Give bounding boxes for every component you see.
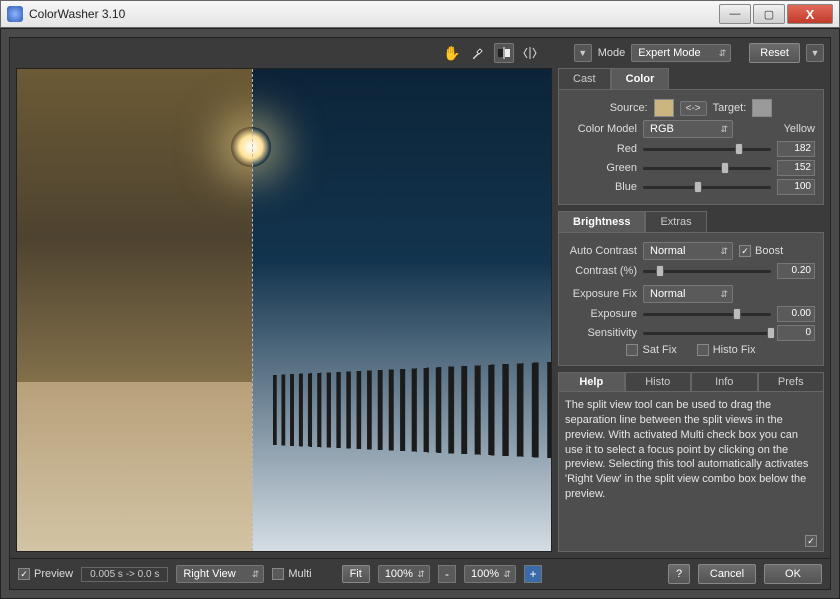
bottom-bar: ✓Preview 0.005 s -> 0.0 s Right View Mul…	[10, 558, 830, 589]
tab-color[interactable]: Color	[611, 68, 670, 89]
view-select[interactable]: Right View	[176, 565, 264, 583]
cancel-button[interactable]: Cancel	[698, 564, 756, 584]
minimize-button[interactable]: —	[719, 4, 751, 24]
exposure-slider[interactable]	[643, 307, 771, 321]
exposure-fix-select[interactable]: Normal	[643, 285, 733, 303]
tab-help[interactable]: Help	[558, 372, 625, 392]
hand-tool-icon[interactable]: ✋	[442, 43, 462, 63]
exposure-fix-label: Exposure Fix	[567, 288, 637, 300]
zoom-left[interactable]: 100%	[378, 565, 430, 583]
reset-dropdown[interactable]: ▼	[806, 44, 824, 62]
contrast-slider[interactable]	[643, 264, 771, 278]
mode-presets-dropdown[interactable]: ▼	[574, 44, 592, 62]
satfix-checkbox[interactable]: Sat Fix	[626, 344, 676, 356]
preview-area[interactable]	[16, 68, 552, 552]
auto-contrast-select[interactable]: Normal	[643, 242, 733, 260]
eyedropper-tool-icon[interactable]	[468, 43, 488, 63]
exposure-label: Exposure	[567, 308, 637, 320]
channel-red-value[interactable]: 182	[777, 141, 815, 157]
zoom-plus[interactable]: +	[524, 565, 542, 583]
boost-checkbox[interactable]: ✓Boost	[739, 245, 783, 257]
channel-green-slider[interactable]	[643, 161, 771, 175]
contrast-label: Contrast (%)	[567, 265, 637, 277]
window-title: ColorWasher 3.10	[29, 7, 717, 21]
reset-button[interactable]: Reset	[749, 43, 800, 63]
timing-display: 0.005 s -> 0.0 s	[81, 567, 168, 582]
zoom-minus[interactable]: -	[438, 565, 456, 583]
help-pin-checkbox[interactable]: ✓	[805, 535, 817, 547]
channel-green-label: Green	[567, 162, 637, 174]
channel-red-label: Red	[567, 143, 637, 155]
auto-contrast-label: Auto Contrast	[567, 245, 637, 257]
color-model-label: Color Model	[567, 123, 637, 135]
color-panel: Source: <-> Target: Color Model RGB Yell…	[558, 89, 824, 205]
channel-blue-slider[interactable]	[643, 180, 771, 194]
sensitivity-value[interactable]: 0	[777, 325, 815, 341]
channel-green-value[interactable]: 152	[777, 160, 815, 176]
tab-info[interactable]: Info	[691, 372, 758, 392]
split-divider[interactable]	[252, 69, 253, 551]
preview-checkbox[interactable]: ✓Preview	[18, 568, 73, 580]
target-swatch[interactable]	[752, 99, 772, 117]
compare-tool-icon[interactable]	[520, 43, 540, 63]
contrast-value[interactable]: 0.20	[777, 263, 815, 279]
tab-extras[interactable]: Extras	[645, 211, 706, 232]
help-text: The split view tool can be used to drag …	[558, 392, 824, 552]
titlebar: ColorWasher 3.10 — ▢ X	[0, 0, 840, 28]
maximize-button[interactable]: ▢	[753, 4, 785, 24]
app-icon	[7, 6, 23, 22]
channel-blue-label: Blue	[567, 181, 637, 193]
multi-checkbox[interactable]: Multi	[272, 568, 311, 580]
source-swatch[interactable]	[654, 99, 674, 117]
tab-prefs[interactable]: Prefs	[758, 372, 825, 392]
ok-button[interactable]: OK	[764, 564, 822, 584]
close-button[interactable]: X	[787, 4, 833, 24]
mode-select[interactable]: Expert Mode	[631, 44, 731, 62]
fit-button[interactable]: Fit	[342, 565, 370, 583]
channel-red-slider[interactable]	[643, 142, 771, 156]
source-label: Source:	[610, 102, 648, 114]
brightness-panel: Auto Contrast Normal ✓Boost Contrast (%)…	[558, 232, 824, 366]
help-button[interactable]: ?	[668, 564, 690, 584]
color-model-select[interactable]: RGB	[643, 120, 733, 138]
color-model-note: Yellow	[784, 123, 815, 135]
tab-histo[interactable]: Histo	[625, 372, 692, 392]
tab-cast[interactable]: Cast	[558, 68, 611, 89]
split-tool-icon[interactable]	[494, 43, 514, 63]
zoom-right[interactable]: 100%	[464, 565, 516, 583]
tab-brightness[interactable]: Brightness	[558, 211, 645, 232]
channel-blue-value[interactable]: 100	[777, 179, 815, 195]
target-label: Target:	[713, 102, 747, 114]
histofix-checkbox[interactable]: Histo Fix	[697, 344, 756, 356]
exposure-value[interactable]: 0.00	[777, 306, 815, 322]
sensitivity-label: Sensitivity	[567, 327, 637, 339]
mode-label: Mode	[598, 47, 626, 59]
swap-button[interactable]: <->	[680, 101, 707, 116]
top-toolbar: ✋ ▼ Mode Expert Mode Reset ▼	[10, 38, 830, 68]
sensitivity-slider[interactable]	[643, 326, 771, 340]
